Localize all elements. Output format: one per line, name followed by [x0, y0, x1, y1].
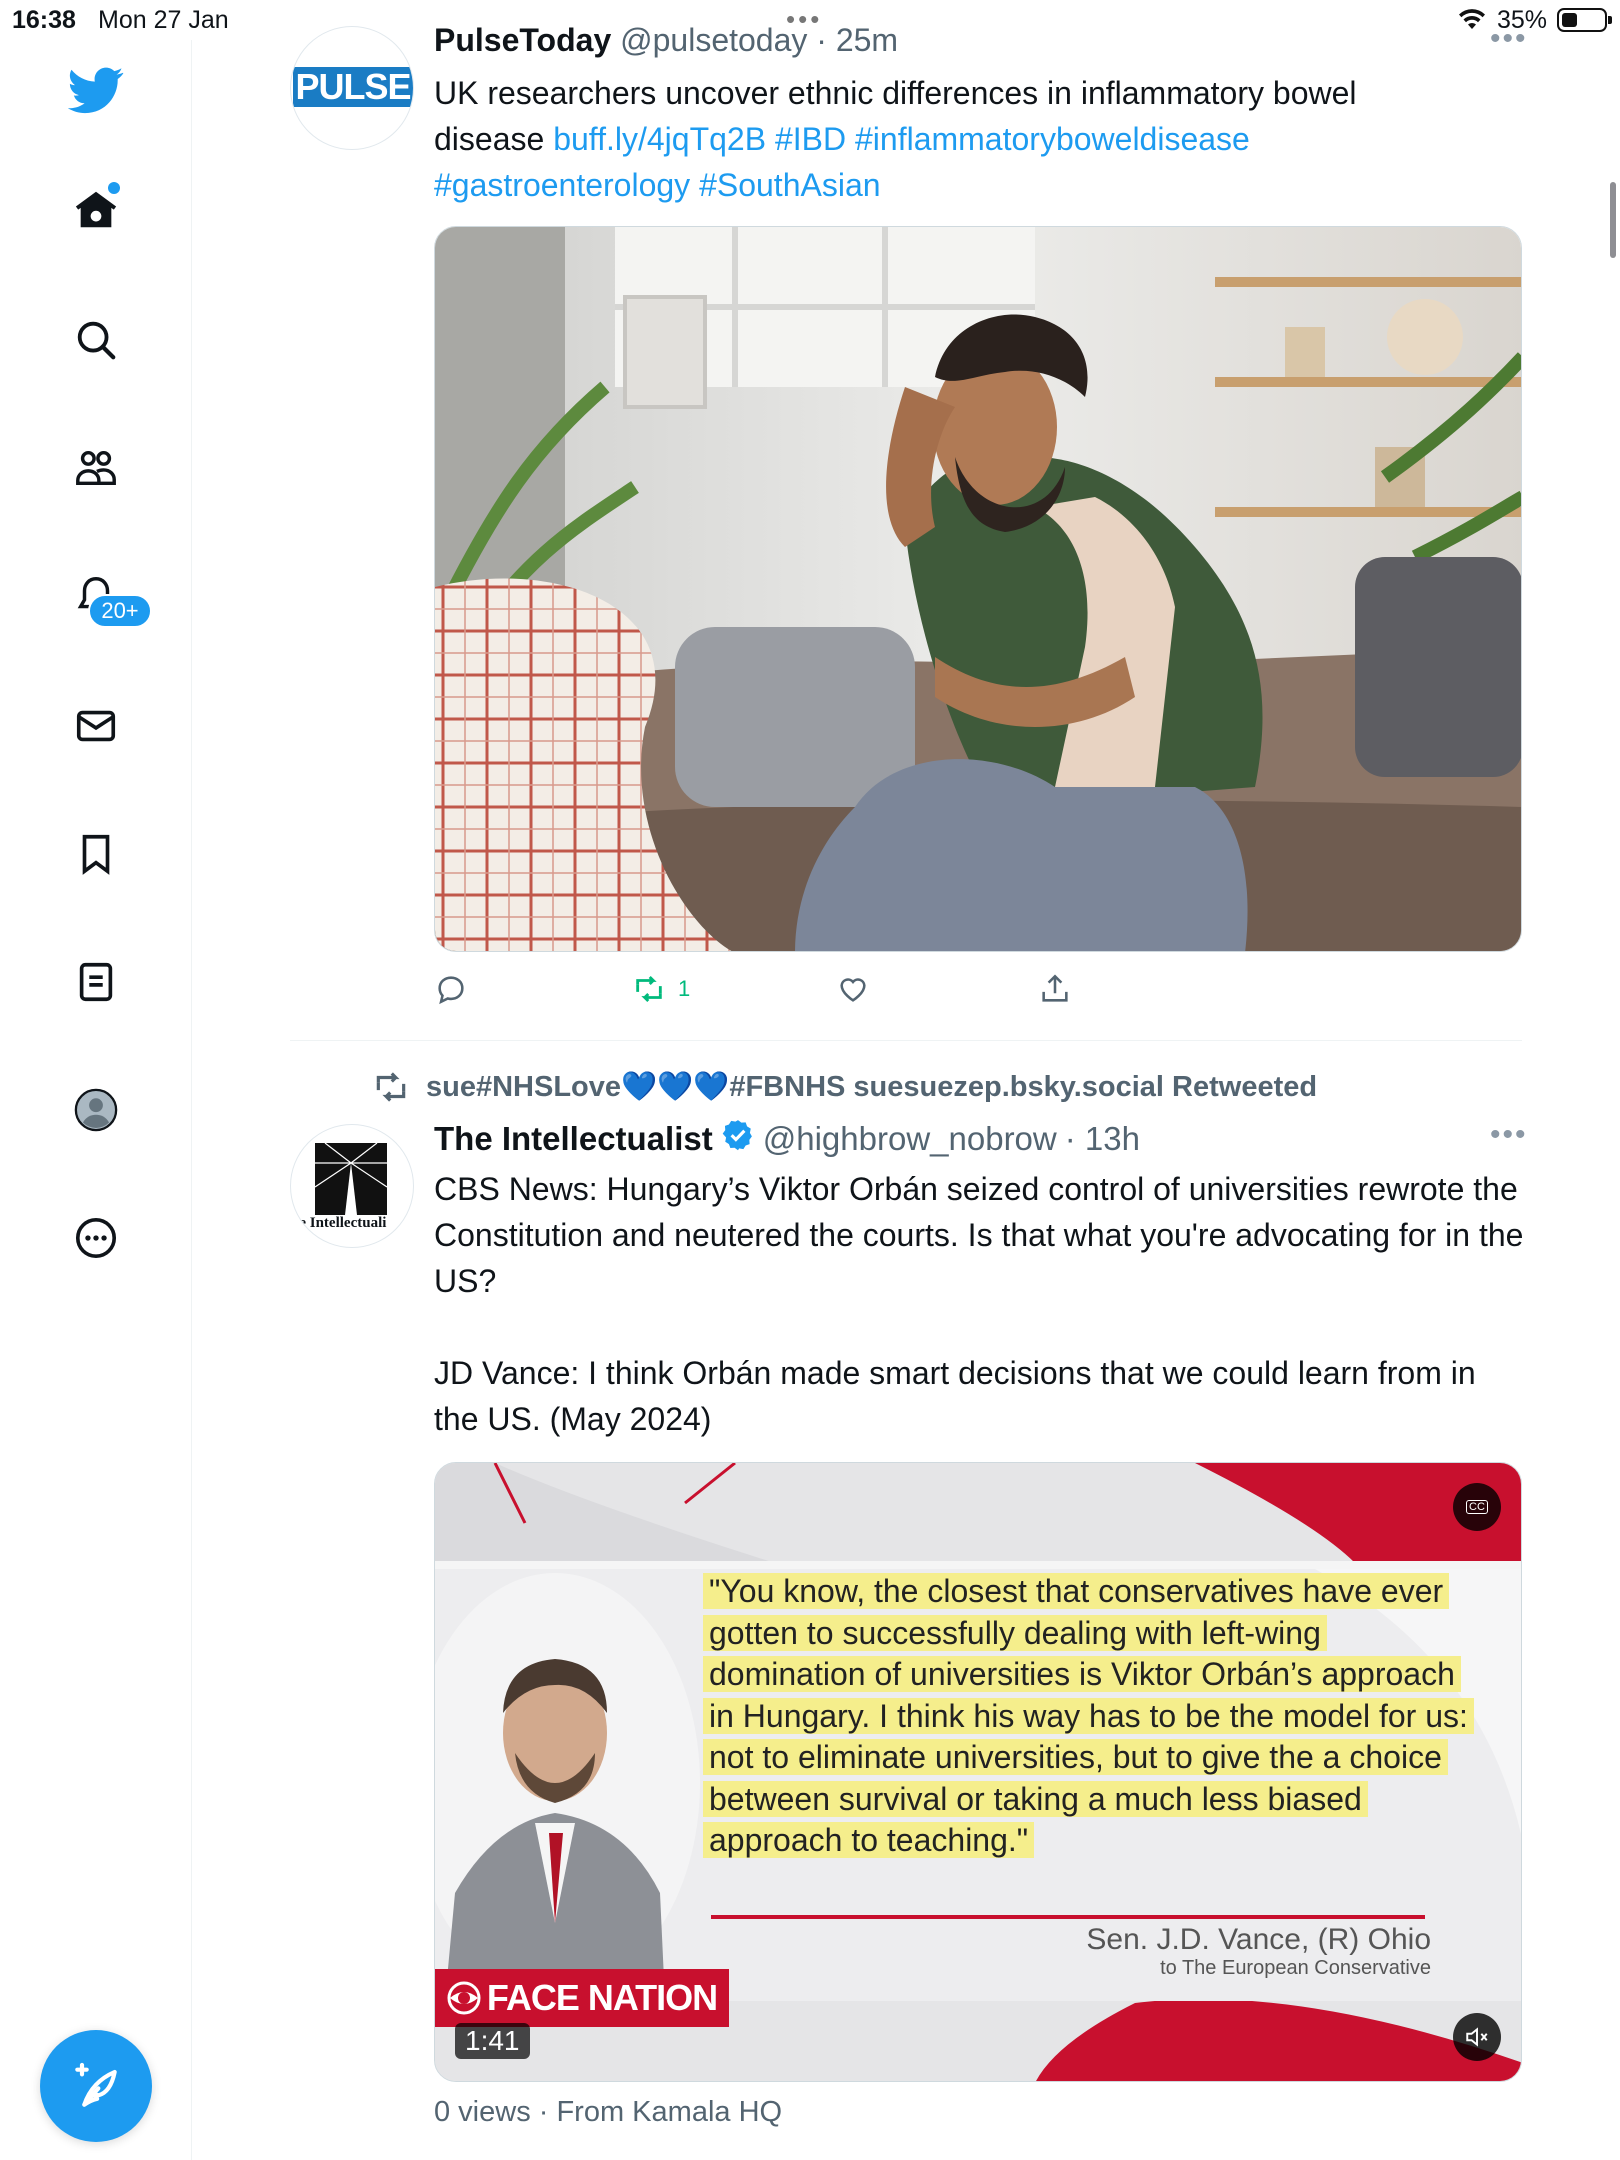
communities-icon[interactable]	[66, 438, 126, 498]
face-the-nation-logo: FACE NATION	[435, 1969, 729, 2027]
tweet-divider	[290, 1040, 1522, 1041]
mute-button[interactable]	[1453, 2013, 1501, 2061]
tweet-more-icon[interactable]: •••	[1490, 1118, 1528, 1152]
retweet-count: 1	[678, 976, 691, 1001]
reply-button[interactable]	[434, 972, 468, 1006]
author-name[interactable]: PulseToday	[434, 22, 611, 58]
envelope-icon[interactable]	[66, 696, 126, 756]
share-icon	[1042, 974, 1068, 1002]
man-on-sofa-photo	[435, 227, 1521, 951]
tweet-actions: 1	[434, 972, 1522, 1020]
home-unread-dot	[108, 182, 120, 194]
notification-badge: 20+	[88, 594, 152, 628]
captions-button[interactable]: CC	[1453, 1483, 1501, 1531]
tweet-time: · 13h	[1064, 1120, 1140, 1157]
retweeted-by-text: sue#NHSLove💙💙💙#FBNHS suesuezep.bsky.soci…	[426, 1071, 1318, 1103]
avatar-caption: he Intellectuali	[291, 1215, 387, 1231]
status-time: 16:38	[12, 6, 76, 34]
retweeted-by-banner[interactable]: sue#NHSLove💙💙💙#FBNHS suesuezep.bsky.soci…	[372, 1068, 1317, 1106]
feather-plus-icon	[75, 2062, 117, 2107]
compose-tweet-button[interactable]	[40, 2030, 152, 2142]
tweet-footer: 0 views · From Kamala HQ	[434, 2096, 783, 2128]
tweet-paragraph-2: JD Vance: I think Orbán made smart decis…	[434, 1355, 1476, 1437]
avatar-intellectualist[interactable]: he Intellectuali	[290, 1124, 414, 1248]
avatar-pulsetoday[interactable]: PULSE	[290, 26, 414, 150]
more-circle-icon[interactable]	[66, 1208, 126, 1268]
sidebar: 20+	[0, 40, 192, 2160]
home-icon[interactable]	[66, 180, 126, 240]
twitter-bird-icon[interactable]	[66, 60, 126, 120]
avatar-emblem	[314, 1142, 388, 1215]
tweet-link[interactable]: buff.ly/4jqTq2B	[553, 121, 766, 157]
share-button[interactable]	[1038, 972, 1072, 1006]
scrollbar-thumb[interactable]	[1610, 182, 1616, 258]
like-button[interactable]	[836, 972, 870, 1006]
quote-text: "You know, the closest that conservative…	[703, 1573, 1474, 1858]
tweet-image[interactable]	[434, 226, 1522, 952]
list-icon[interactable]	[66, 952, 126, 1012]
author-handle[interactable]: @pulsetoday	[620, 22, 807, 58]
heart-icon	[840, 978, 866, 1002]
tweet-time: · 25m	[816, 22, 899, 58]
quote-attribution: Sen. J.D. Vance, (R) Ohio to The Europea…	[1086, 1923, 1431, 1980]
hashtag-inflammatoryboweldisease[interactable]: #inflammatoryboweldisease	[855, 121, 1250, 157]
video-quote: "You know, the closest that conservative…	[703, 1571, 1474, 1862]
tweet-more-icon[interactable]: •••	[1490, 22, 1528, 56]
brand-text: FACE NATION	[486, 1977, 718, 2018]
next-action-bar-peek	[434, 2148, 1522, 2160]
timeline: PULSE PulseToday @pulsetoday · 25m ••• U…	[192, 0, 1620, 2160]
author-handle[interactable]: @highbrow_nobrow	[763, 1120, 1057, 1158]
bookmark-icon[interactable]	[66, 824, 126, 884]
hashtag-southasian[interactable]: #SouthAsian	[699, 167, 880, 203]
hashtag-gastroenterology[interactable]: #gastroenterology	[434, 167, 690, 203]
video-duration: 1:41	[455, 2023, 530, 2059]
cbs-eye-icon	[447, 1981, 481, 2015]
tweet-header: PulseToday @pulsetoday · 25m	[434, 22, 898, 59]
retweet-button[interactable]: 1	[632, 972, 690, 1006]
author-name[interactable]: The Intellectualist	[434, 1120, 713, 1158]
profile-avatar-icon[interactable]	[66, 1080, 126, 1140]
muted-speaker-icon	[1466, 2027, 1488, 2047]
hashtag-ibd[interactable]: #IBD	[775, 121, 846, 157]
quote-rule	[711, 1915, 1425, 1919]
reply-icon	[438, 976, 464, 1005]
attribution-sub: to The European Conservative	[1160, 1957, 1431, 1979]
tweet-text: CBS News: Hungary’s Viktor Orbán seized …	[434, 1166, 1524, 1442]
verified-badge-icon	[721, 1118, 755, 1160]
tweet-paragraph-1: CBS News: Hungary’s Viktor Orbán seized …	[434, 1171, 1524, 1299]
search-icon[interactable]	[66, 310, 126, 370]
retweet-icon	[376, 1072, 406, 1102]
sunburst-logo-icon	[314, 1142, 388, 1215]
retweet-icon	[636, 975, 662, 1003]
tweet-text: UK researchers uncover ethnic difference…	[434, 70, 1434, 208]
attribution-name: Sen. J.D. Vance, (R) Ohio	[1086, 1923, 1431, 1956]
cc-icon: CC	[1466, 1500, 1488, 1514]
tweet-video[interactable]: "You know, the closest that conservative…	[434, 1462, 1522, 2082]
tweet-header: The Intellectualist @highbrow_nobrow · 1…	[434, 1118, 1140, 1160]
pulse-logo: PULSE	[293, 66, 413, 107]
